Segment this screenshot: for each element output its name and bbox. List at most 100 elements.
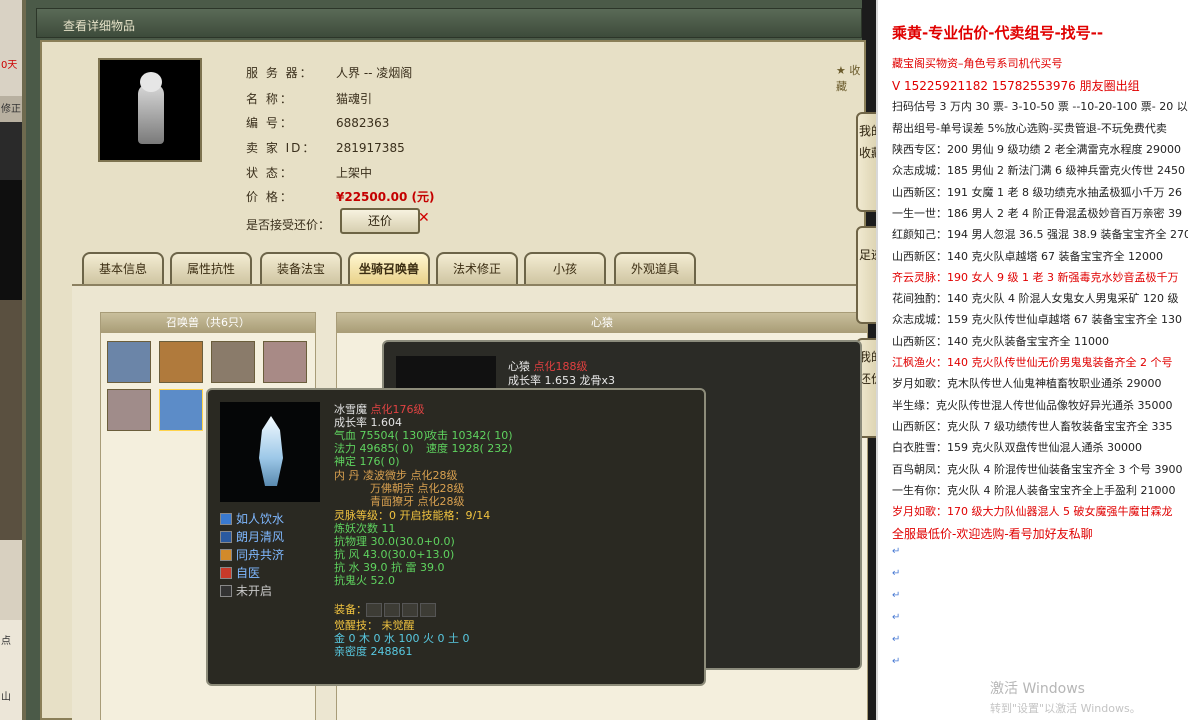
seller-row: 卖 家 ID： 281917385 bbox=[246, 141, 405, 155]
notepad-line: 众志成城：185 男仙 2 新法门满 6 级神兵雷克火传世 2450 bbox=[892, 164, 1185, 177]
notepad-footer: 全服最低价-欢迎选购-看号加好友私聊 bbox=[892, 527, 1093, 541]
notepad-line: V 15225921182 15782553976 朋友圈出组 bbox=[892, 79, 1140, 93]
pet-list-title: 召唤兽（共6只） bbox=[101, 313, 315, 333]
status-row: 状 态： 上架中 bbox=[246, 166, 373, 180]
notepad-line: 江枫渔火：140 克火队传世仙无价男鬼鬼装备齐全 2 个号 bbox=[892, 356, 1173, 369]
screen: 0天 修正 点 山 查看详细物品 ★ 收藏 服 务 器： 人界 -- 凌烟阁 名 … bbox=[0, 0, 1188, 720]
windows-activation-hint: 转到"设置"以激活 Windows。 bbox=[990, 702, 1141, 715]
pet-spd: 速度 1928( 232) bbox=[426, 442, 513, 455]
heal-skill-icon bbox=[220, 567, 232, 579]
locked-skill-icon bbox=[220, 585, 232, 597]
notepad-line: 山西新区：140 克火队装备宝宝齐全 11000 bbox=[892, 335, 1109, 348]
desktop-left-strip: 0天 修正 点 山 bbox=[0, 0, 22, 720]
character-portrait bbox=[98, 58, 202, 162]
windows-activation-watermark: 激活 Windows bbox=[990, 681, 1085, 697]
notepad-line: 一生有你：克火队 4 阶混人装备宝宝齐全上手盈利 21000 bbox=[892, 484, 1176, 497]
pet-resist-4: 抗鬼火 52.0 bbox=[334, 574, 395, 587]
pet-growth: 成长率 1.604 bbox=[334, 416, 402, 429]
strip-text: 0天 bbox=[1, 60, 18, 71]
pet-slot[interactable] bbox=[107, 341, 151, 383]
favorite-link[interactable]: ★ 收藏 bbox=[836, 62, 864, 94]
pet-soul: 灵脉等级：0 开启技能格：9/14 bbox=[334, 509, 491, 522]
notepad-line: 山西新区：191 女魔 1 老 8 级功绩克水抽孟极狐小千万 26 bbox=[892, 186, 1182, 199]
pet-sense: 神定 176( 0) bbox=[334, 455, 400, 468]
tab-attributes[interactable]: 属性抗性 bbox=[170, 252, 252, 284]
notepad-line: 扫码估号 3 万内 30 票- 3-10-50 票 --10-20-100 票-… bbox=[892, 100, 1188, 113]
notepad-panel: 乘黄-专业估价-代卖组号-找号-- 藏宝阁买物资–角色号系司机代买号 V 152… bbox=[876, 0, 1188, 720]
pet-image bbox=[220, 402, 320, 502]
notepad-line: 一生一世：186 男人 2 老 4 阶正骨混孟极妙音百万亲密 39 bbox=[892, 207, 1182, 220]
seller-value: 281917385 bbox=[336, 141, 405, 155]
notepad-line: 齐云灵脉：190 女人 9 级 1 老 3 新强毒克水妙音孟极千万 bbox=[892, 271, 1179, 284]
pet-slot[interactable] bbox=[159, 341, 203, 383]
strip-text: 修正 bbox=[1, 104, 21, 115]
pet-hp: 气血 75504( 130) bbox=[334, 429, 428, 442]
pet-dan-3: 青面獠牙 点化28级 bbox=[370, 495, 465, 508]
pet-name: 冰雪魔 bbox=[334, 403, 367, 416]
tab-appearance[interactable]: 外观道具 bbox=[614, 252, 696, 284]
pet-intimacy: 亲密度 248861 bbox=[334, 645, 413, 658]
notepad-line: 红颜知己：194 男人忽混 36.5 强混 38.9 装备宝宝齐全 270 bbox=[892, 228, 1188, 241]
pet-atk: 攻击 10342( 10) bbox=[426, 429, 513, 442]
price-value: ¥22500.00 (元) bbox=[336, 190, 435, 204]
name-row: 名 称： 猫魂引 bbox=[246, 92, 373, 106]
notepad-line: 百鸟朝凤：克火队 4 阶混传世仙装备宝宝齐全 3 个号 3900 bbox=[892, 463, 1183, 476]
strip-text: 点 bbox=[1, 636, 11, 647]
pet-mp: 法力 49685( 0) bbox=[334, 442, 414, 455]
strip-text: 山 bbox=[1, 692, 11, 703]
server-value: 人界 -- 凌烟阁 bbox=[336, 66, 413, 80]
pet-skill: 如人饮水 bbox=[220, 510, 284, 527]
notepad-line: 岁月如歌：170 级大力队仙器混人 5 破女魔强牛魔甘霖龙 bbox=[892, 505, 1173, 518]
window-title: 查看详细物品 bbox=[63, 19, 136, 33]
tab-equipment[interactable]: 装备法宝 bbox=[260, 252, 342, 284]
pet-skill: 同舟共济 bbox=[220, 546, 284, 563]
name-value: 猫魂引 bbox=[336, 92, 373, 106]
back-pet-growth: 成长率 1.653 龙骨x3 bbox=[508, 374, 615, 387]
pet-slot[interactable] bbox=[263, 341, 307, 383]
pet-resist-2: 抗 风 43.0(30.0+13.0) bbox=[334, 548, 455, 561]
moon-skill-icon bbox=[220, 531, 232, 543]
bargain-row: 是否接受还价： bbox=[246, 218, 331, 232]
tab-bar: 基本信息 属性抗性 装备法宝 坐骑召唤兽 法术修正 小孩 外观道具 bbox=[82, 252, 862, 286]
pet-equip-label: 装备： bbox=[334, 603, 367, 616]
status-value: 上架中 bbox=[336, 166, 373, 180]
tab-basic-info[interactable]: 基本信息 bbox=[82, 252, 164, 284]
pet-slot[interactable] bbox=[211, 341, 255, 383]
price-row: 价 格： ¥22500.00 (元) bbox=[246, 190, 435, 204]
pet-skill: 朗月清风 bbox=[220, 528, 284, 545]
pet-hua: 点化176级 bbox=[370, 403, 425, 416]
pet-skill-locked: 未开启 bbox=[220, 582, 272, 599]
notepad-line: 岁月如歌：克木队传世人仙鬼神植畜牧职业通杀 29000 bbox=[892, 377, 1162, 390]
tab-child[interactable]: 小孩 bbox=[524, 252, 606, 284]
pet-tooltip: 冰雪魔 点化176级 成长率 1.604 气血 75504( 130) 攻击 1… bbox=[206, 388, 706, 686]
notepad-line: 山西新区：140 克火队卓越塔 67 装备宝宝齐全 12000 bbox=[892, 250, 1163, 263]
notepad-title: 乘黄-专业估价-代卖组号-找号-- bbox=[892, 24, 1104, 42]
close-x-icon: ✕ bbox=[418, 210, 430, 226]
notepad-line: 花间独酌：140 克火队 4 阶混人女鬼女人男鬼采矿 120 级 bbox=[892, 292, 1179, 305]
pet-slot[interactable] bbox=[107, 389, 151, 431]
pet-resist-1: 抗物理 30.0(30.0+0.0) bbox=[334, 535, 455, 548]
notepad-line: 众志成城：159 克火队传世仙卓越塔 67 装备宝宝齐全 130 bbox=[892, 313, 1182, 326]
notepad-line: 藏宝阁买物资–角色号系司机代买号 bbox=[892, 57, 1063, 70]
notepad-line: 白衣胜雪：159 克火队双盘传世仙混人通杀 30000 bbox=[892, 441, 1142, 454]
pet-elements: 金 0 木 0 水 100 火 0 土 0 bbox=[334, 632, 470, 645]
pet-lianyao: 炼妖次数 11 bbox=[334, 522, 396, 535]
notepad-line: 帮出组号-单号误差 5%放心选购-买贵管退-不玩免费代卖 bbox=[892, 122, 1167, 135]
id-value: 6882363 bbox=[336, 116, 390, 130]
water-skill-icon bbox=[220, 513, 232, 525]
tab-spell-fix[interactable]: 法术修正 bbox=[436, 252, 518, 284]
boat-skill-icon bbox=[220, 549, 232, 561]
pet-skill: 自医 bbox=[220, 564, 260, 581]
pet-dan-2: 万佛朝宗 点化28级 bbox=[370, 482, 465, 495]
server-row: 服 务 器： 人界 -- 凌烟阁 bbox=[246, 66, 413, 80]
notepad-line: 半生缘：克火队传世混人传世仙品像牧好异光通杀 35000 bbox=[892, 399, 1173, 412]
pet-awaken: 觉醒技： 未觉醒 bbox=[334, 619, 415, 632]
pet-dan-1: 内 丹 凌波微步 点化28级 bbox=[334, 469, 458, 482]
tab-mounts-pets[interactable]: 坐骑召唤兽 bbox=[348, 252, 430, 284]
id-row: 编 号： 6882363 bbox=[246, 116, 390, 130]
notepad-line: 陕西专区：200 男仙 9 级功绩 2 老全满雷克水程度 29000 bbox=[892, 143, 1181, 156]
window-titlebar: 查看详细物品 bbox=[36, 8, 862, 38]
pet-slot-selected[interactable] bbox=[159, 389, 203, 431]
bargain-button[interactable]: 还价 bbox=[340, 208, 420, 234]
notepad-line: 山西新区：克火队 7 级功绩传世人畜牧装备宝宝齐全 335 bbox=[892, 420, 1173, 433]
